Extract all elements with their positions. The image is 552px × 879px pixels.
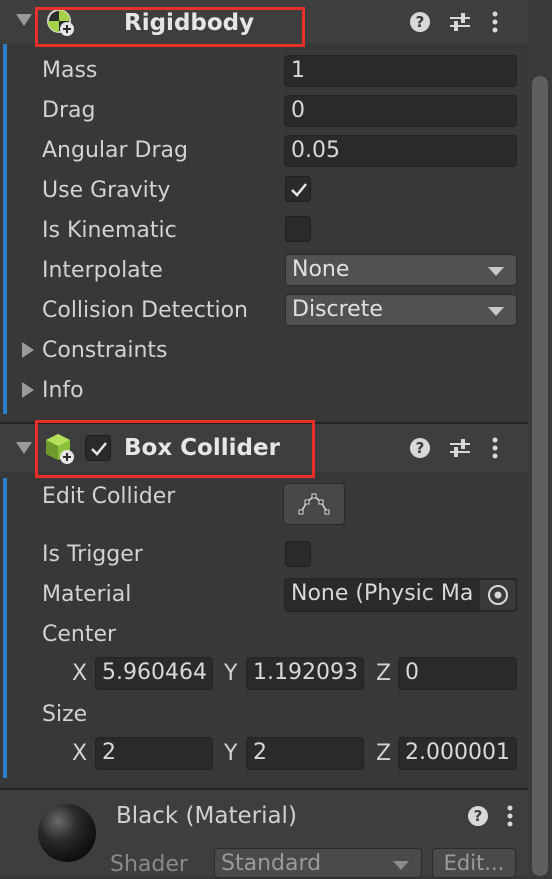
more-options-icon[interactable]	[505, 804, 515, 832]
is-kinematic-label: Is Kinematic	[42, 218, 177, 243]
svg-text:?: ?	[416, 439, 425, 457]
material-value: None (Physic Ma	[291, 581, 474, 606]
drag-label: Drag	[42, 98, 96, 123]
interpolate-value: None	[292, 257, 350, 282]
center-label: Center	[42, 622, 117, 647]
rigidbody-accent-bar	[3, 44, 7, 414]
size-x-label: X	[72, 741, 88, 766]
collision-detection-value: Discrete	[292, 297, 383, 322]
constraints-foldout-arrow[interactable]	[22, 342, 34, 358]
svg-text:?: ?	[474, 807, 483, 825]
center-y-label: Y	[224, 661, 238, 686]
help-icon[interactable]: ?	[466, 804, 490, 832]
box-collider-title: Box Collider	[124, 435, 280, 461]
box-collider-accent-bar	[3, 478, 7, 778]
interpolate-dropdown[interactable]: None	[285, 254, 517, 286]
size-x-field[interactable]: 2	[95, 737, 213, 770]
is-kinematic-checkbox[interactable]	[285, 216, 311, 242]
help-icon[interactable]: ?	[408, 10, 432, 38]
collision-detection-label: Collision Detection	[42, 298, 249, 323]
size-y-field[interactable]: 2	[246, 737, 364, 770]
is-trigger-checkbox[interactable]	[285, 541, 311, 567]
scrollbar-thumb[interactable]	[532, 76, 548, 876]
size-label: Size	[42, 702, 88, 727]
help-icon[interactable]: ?	[408, 436, 432, 464]
inspector-scrollbar[interactable]	[528, 0, 552, 876]
shader-value: Standard	[221, 851, 322, 876]
size-z-field[interactable]: 2.000001	[398, 737, 517, 770]
use-gravity-label: Use Gravity	[42, 178, 171, 203]
dropdown-arrow-icon	[393, 861, 409, 870]
center-x-label: X	[72, 661, 88, 686]
drag-field[interactable]: 0	[284, 95, 517, 127]
material-title: Black (Material)	[116, 803, 297, 829]
preset-sliders-icon[interactable]	[448, 10, 472, 38]
svg-text:?: ?	[416, 13, 425, 31]
box-collider-icon	[44, 432, 76, 470]
mass-field[interactable]: 1	[284, 55, 517, 87]
shader-label: Shader	[110, 852, 188, 877]
info-foldout-arrow[interactable]	[22, 382, 34, 398]
target-icon	[488, 585, 508, 605]
center-y-field[interactable]: 1.192093	[246, 657, 364, 690]
center-z-field[interactable]: 0	[398, 657, 517, 690]
shader-edit-button[interactable]: Edit...	[432, 848, 516, 878]
dropdown-arrow-icon	[488, 307, 504, 316]
info-foldout[interactable]: Info	[42, 378, 84, 404]
angular-drag-label: Angular Drag	[42, 138, 188, 163]
preset-sliders-icon[interactable]	[448, 436, 472, 464]
edit-collider-icon	[298, 493, 330, 515]
angular-drag-field[interactable]: 0.05	[284, 135, 517, 167]
size-z-label: Z	[376, 741, 392, 766]
rigidbody-title: Rigidbody	[124, 10, 255, 36]
rigidbody-icon	[46, 8, 76, 42]
is-trigger-label: Is Trigger	[42, 542, 143, 567]
more-options-icon[interactable]	[490, 436, 500, 464]
box-collider-enabled-checkbox[interactable]	[85, 435, 111, 461]
material-label: Material	[42, 582, 132, 607]
object-picker-button[interactable]	[480, 580, 516, 610]
edit-collider-label: Edit Collider	[42, 484, 176, 509]
mass-label: Mass	[42, 58, 98, 83]
box-collider-foldout-arrow[interactable]	[16, 442, 32, 454]
checkmark-icon	[91, 442, 107, 456]
interpolate-label: Interpolate	[42, 258, 163, 283]
dropdown-arrow-icon	[488, 267, 504, 276]
use-gravity-checkbox[interactable]	[285, 176, 311, 202]
rigidbody-foldout-arrow[interactable]	[16, 14, 32, 26]
center-x-field[interactable]: 5.960464	[95, 657, 213, 690]
edit-collider-button[interactable]	[283, 483, 345, 525]
checkmark-icon	[291, 183, 307, 197]
material-preview-sphere	[38, 804, 96, 862]
shader-dropdown[interactable]: Standard	[214, 848, 422, 878]
size-y-label: Y	[224, 741, 238, 766]
constraints-foldout[interactable]: Constraints	[42, 338, 168, 364]
center-z-label: Z	[376, 661, 392, 686]
more-options-icon[interactable]	[490, 10, 500, 38]
collision-detection-dropdown[interactable]: Discrete	[285, 294, 517, 326]
